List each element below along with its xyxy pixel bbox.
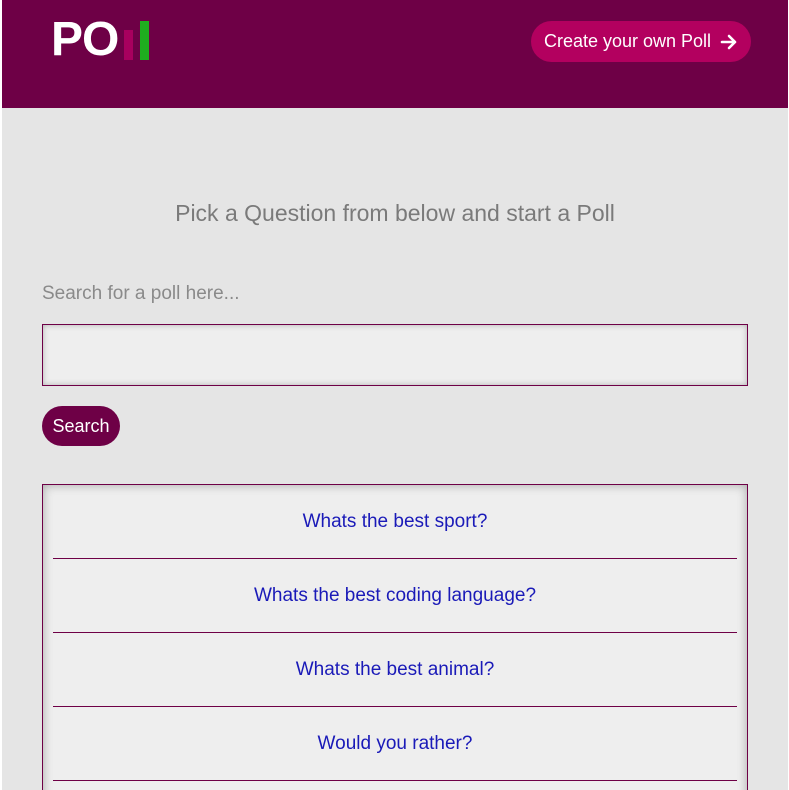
search-input[interactable] [42, 324, 748, 386]
list-item: Whats the best animal? [53, 633, 737, 707]
logo-bar-icon [140, 21, 150, 60]
arrow-right-icon [720, 33, 738, 51]
page-title: Pick a Question from below and start a P… [175, 200, 615, 226]
poll-link-sport[interactable]: Whats the best sport? [303, 511, 488, 533]
list-item: Whats the best sport? [53, 485, 737, 559]
logo[interactable]: PO [51, 13, 150, 66]
poll-link-coding-language[interactable]: Whats the best coding language? [254, 585, 536, 607]
page: PO Create your own Poll Pick a Question … [2, 0, 788, 790]
search-label: Search for a poll here... [42, 283, 240, 304]
poll-link-would-you-rather[interactable]: Would you rather? [318, 733, 473, 755]
header-bar: PO Create your own Poll [2, 0, 788, 108]
list-item: Whats the best coding language? [53, 559, 737, 633]
poll-link-animal[interactable]: Whats the best animal? [296, 659, 495, 681]
create-poll-button-label: Create your own Poll [543, 31, 712, 51]
poll-list: Whats the best sport? Whats the best cod… [42, 484, 748, 790]
logo-text: PO [51, 13, 119, 66]
search-button[interactable]: Search [42, 406, 120, 446]
list-item: Would you rather? [53, 707, 737, 781]
create-poll-button[interactable]: Create your own Poll [531, 21, 751, 62]
logo-bar-icon [124, 30, 134, 60]
